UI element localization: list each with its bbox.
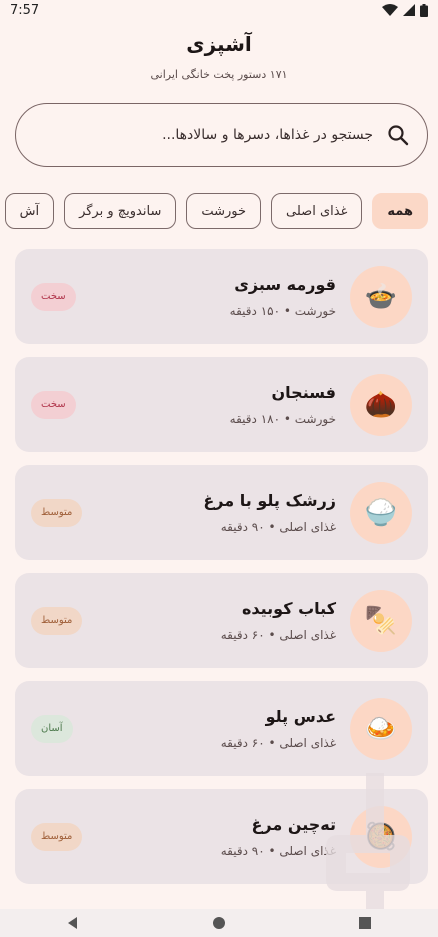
- app-subtitle: ۱۷۱ دستور پخت خانگی ایرانی: [150, 68, 288, 81]
- difficulty-badge: متوسط: [31, 498, 83, 527]
- difficulty-badge: سخت: [31, 282, 76, 311]
- search-icon[interactable]: [385, 122, 411, 148]
- stew-pot-icon: 🍲: [350, 265, 412, 328]
- status-icons: [382, 3, 428, 17]
- home-icon[interactable]: [211, 915, 227, 931]
- back-icon[interactable]: [65, 915, 81, 931]
- recipe-card[interactable]: 🍚 زرشک پلو با مرغ غذای اصلی • ۹۰ دقیقه متوس…: [15, 465, 428, 560]
- recents-icon[interactable]: [357, 915, 373, 931]
- app-title: آشپزی: [186, 32, 252, 56]
- watermark-logo-icon: [326, 773, 410, 923]
- skewer-icon: 🍢: [350, 589, 412, 652]
- recipe-meta: خورشت • ۱۸۰ دقیقه: [229, 412, 336, 426]
- recipe-info: قورمه سبزی خورشت • ۱۵۰ دقیقه: [31, 275, 336, 318]
- recipe-meta: خورشت • ۱۵۰ دقیقه: [229, 304, 336, 318]
- chestnut-icon: 🌰: [350, 373, 412, 436]
- recipe-card[interactable]: 🍛 عدس پلو غذای اصلی • ۶۰ دقیقه آسان: [15, 681, 428, 776]
- filter-chip[interactable]: همه: [372, 193, 428, 229]
- recipe-card[interactable]: 🍢 کباب کوبیده غذای اصلی • ۶۰ دقیقه متوسط: [15, 573, 428, 668]
- recipe-title: قورمه سبزی: [234, 275, 336, 294]
- filter-chips: همه غذای اصلی خورشت ساندویچ و برگر آش: [0, 193, 438, 229]
- filter-chip[interactable]: خورشت: [186, 193, 262, 229]
- difficulty-badge: آسان: [31, 714, 73, 743]
- filter-chip[interactable]: ساندویچ و برگر: [64, 193, 177, 229]
- wifi-icon: [382, 4, 398, 16]
- recipe-info: عدس پلو غذای اصلی • ۶۰ دقیقه: [31, 707, 336, 750]
- recipe-info: فسنجان خورشت • ۱۸۰ دقیقه: [31, 383, 336, 426]
- signal-icon: [403, 4, 415, 16]
- search-bar[interactable]: [15, 103, 428, 167]
- curry-rice-icon: 🍛: [350, 697, 412, 760]
- search-input[interactable]: [32, 127, 385, 143]
- recipe-card[interactable]: 🍲 قورمه سبزی خورشت • ۱۵۰ دقیقه سخت: [15, 249, 428, 344]
- recipe-title: فسنجان: [271, 383, 336, 402]
- system-nav-bar: [0, 909, 438, 937]
- rice-bowl-icon: 🍚: [350, 481, 412, 544]
- status-time: 7:57: [10, 2, 40, 18]
- recipe-card[interactable]: 🌰 فسنجان خورشت • ۱۸۰ دقیقه سخت: [15, 357, 428, 452]
- difficulty-badge: سخت: [31, 390, 76, 419]
- header: آشپزی ۱۷۱ دستور پخت خانگی ایرانی: [0, 32, 438, 81]
- status-bar: 7:57: [0, 0, 438, 20]
- recipe-meta: غذای اصلی • ۶۰ دقیقه: [220, 736, 336, 750]
- difficulty-badge: متوسط: [31, 822, 83, 851]
- filter-chip[interactable]: غذای اصلی: [271, 193, 363, 229]
- battery-icon: [420, 3, 428, 17]
- filter-chip[interactable]: آش: [4, 193, 55, 229]
- difficulty-badge: متوسط: [31, 606, 83, 635]
- recipe-title: عدس پلو: [265, 707, 336, 726]
